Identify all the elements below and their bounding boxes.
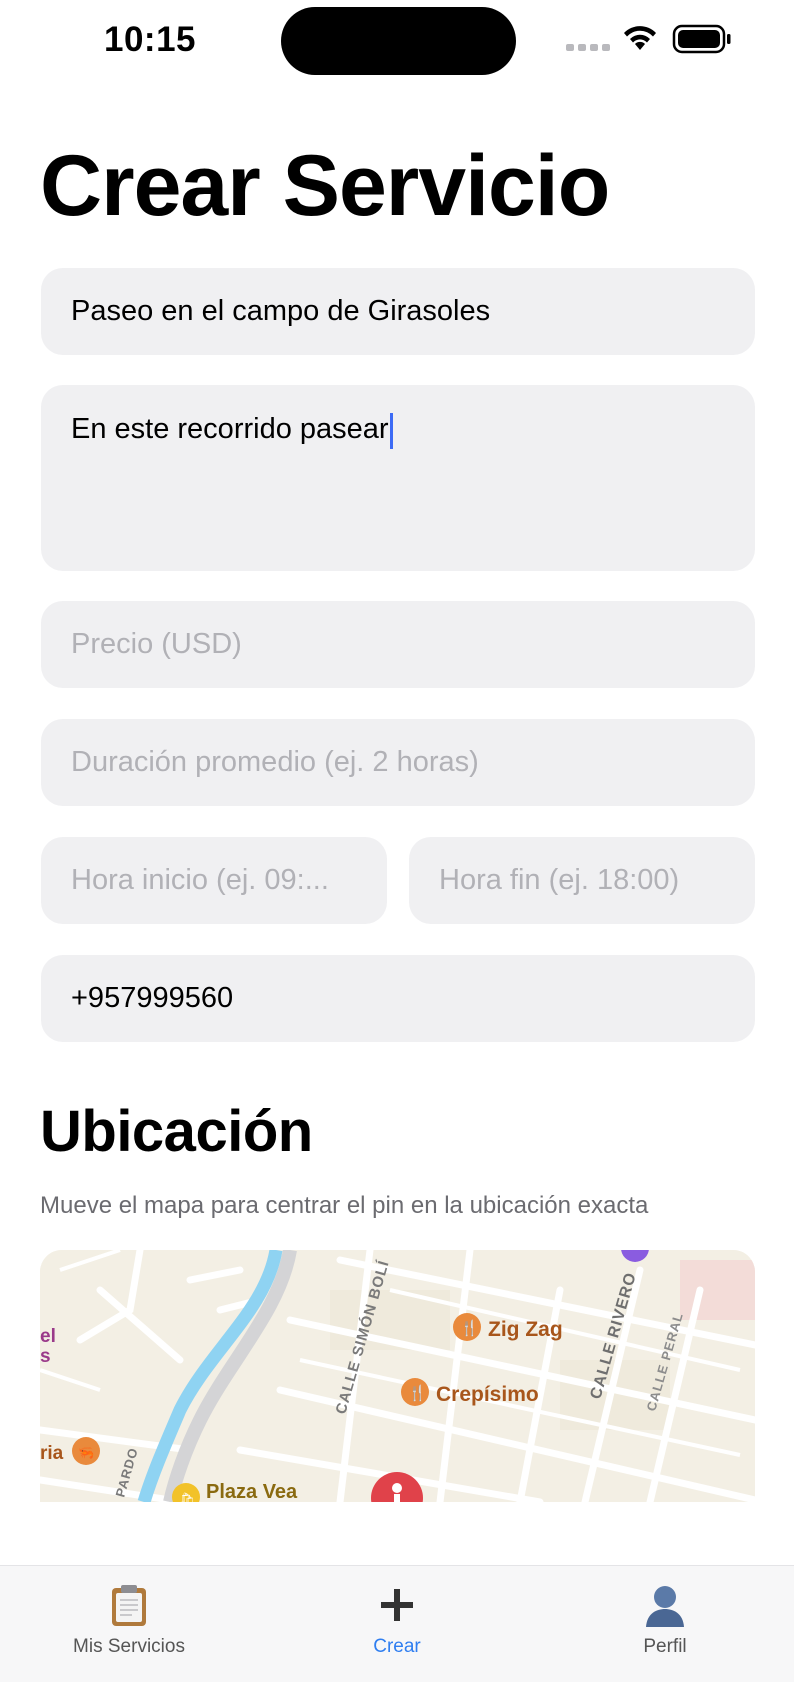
location-title: Ubicación bbox=[40, 1099, 313, 1164]
person-icon bbox=[643, 1582, 687, 1628]
tab-bar: Mis Servicios Crear Perfil bbox=[0, 1565, 794, 1682]
poi-zig-zag[interactable]: 🍴 Zig Zag bbox=[453, 1313, 563, 1341]
plus-icon bbox=[380, 1582, 414, 1628]
poi-label-s: s bbox=[40, 1346, 51, 1367]
end-time-input[interactable]: Hora fin (ej. 18:00) bbox=[409, 837, 755, 924]
location-map[interactable]: CALLE SIMÓN BOLÍ CALLE RIVERO CALLE PERA… bbox=[40, 1250, 755, 1502]
tab-label-perfil: Perfil bbox=[643, 1636, 687, 1657]
page-title: Crear Servicio bbox=[40, 138, 610, 234]
restaurant-icon: 🍴 bbox=[460, 1319, 479, 1337]
location-subtitle: Mueve el mapa para centrar el pin en la … bbox=[40, 1192, 649, 1219]
service-name-input[interactable]: Paseo en el campo de Girasoles bbox=[41, 268, 755, 355]
poi-crepisimo[interactable]: 🍴 Crepísimo bbox=[401, 1378, 539, 1406]
duration-input[interactable]: Duración promedio (ej. 2 horas) bbox=[41, 719, 755, 806]
dynamic-island bbox=[281, 7, 516, 75]
description-textarea[interactable]: En este recorrido pasear bbox=[41, 385, 755, 571]
poi-label-ria: ria bbox=[40, 1443, 64, 1464]
description-value: En este recorrido pasear bbox=[71, 413, 389, 445]
status-bar: 10:15 bbox=[0, 0, 794, 84]
price-input[interactable]: Precio (USD) bbox=[41, 601, 755, 688]
tab-label-mis-servicios: Mis Servicios bbox=[73, 1636, 185, 1657]
end-time-placeholder: Hora fin (ej. 18:00) bbox=[439, 864, 680, 896]
price-placeholder: Precio (USD) bbox=[71, 628, 242, 660]
poi-label-plaza-vea: Plaza Vea bbox=[206, 1481, 298, 1502]
start-time-input[interactable]: Hora inicio (ej. 09:... bbox=[41, 837, 387, 924]
duration-placeholder: Duración promedio (ej. 2 horas) bbox=[71, 746, 479, 778]
tab-perfil[interactable]: Perfil bbox=[565, 1566, 765, 1666]
restaurant-icon: 🍴 bbox=[408, 1384, 427, 1402]
poi-label-el: el bbox=[40, 1326, 56, 1347]
clipboard-icon bbox=[109, 1582, 149, 1628]
tab-label-crear: Crear bbox=[373, 1636, 421, 1657]
battery-icon bbox=[672, 24, 731, 54]
poi-plaza-vea[interactable]: 🛍 Plaza Vea bbox=[172, 1481, 298, 1502]
start-time-placeholder: Hora inicio (ej. 09:... bbox=[71, 864, 329, 896]
poi-label-zig-zag: Zig Zag bbox=[488, 1318, 563, 1341]
text-cursor bbox=[389, 413, 393, 449]
cellular-signal-icon bbox=[566, 44, 610, 51]
poi-label-crepisimo: Crepísimo bbox=[436, 1383, 539, 1406]
tab-mis-servicios[interactable]: Mis Servicios bbox=[29, 1566, 229, 1666]
phone-value: +957999560 bbox=[71, 982, 234, 1014]
service-name-value: Paseo en el campo de Girasoles bbox=[71, 295, 491, 327]
seafood-icon: 🦐 bbox=[78, 1446, 94, 1461]
wifi-icon bbox=[624, 26, 656, 50]
status-time: 10:15 bbox=[104, 20, 197, 59]
shopping-icon: 🛍 bbox=[180, 1492, 195, 1502]
phone-input[interactable]: +957999560 bbox=[41, 955, 755, 1042]
tab-crear[interactable]: Crear bbox=[297, 1566, 497, 1666]
